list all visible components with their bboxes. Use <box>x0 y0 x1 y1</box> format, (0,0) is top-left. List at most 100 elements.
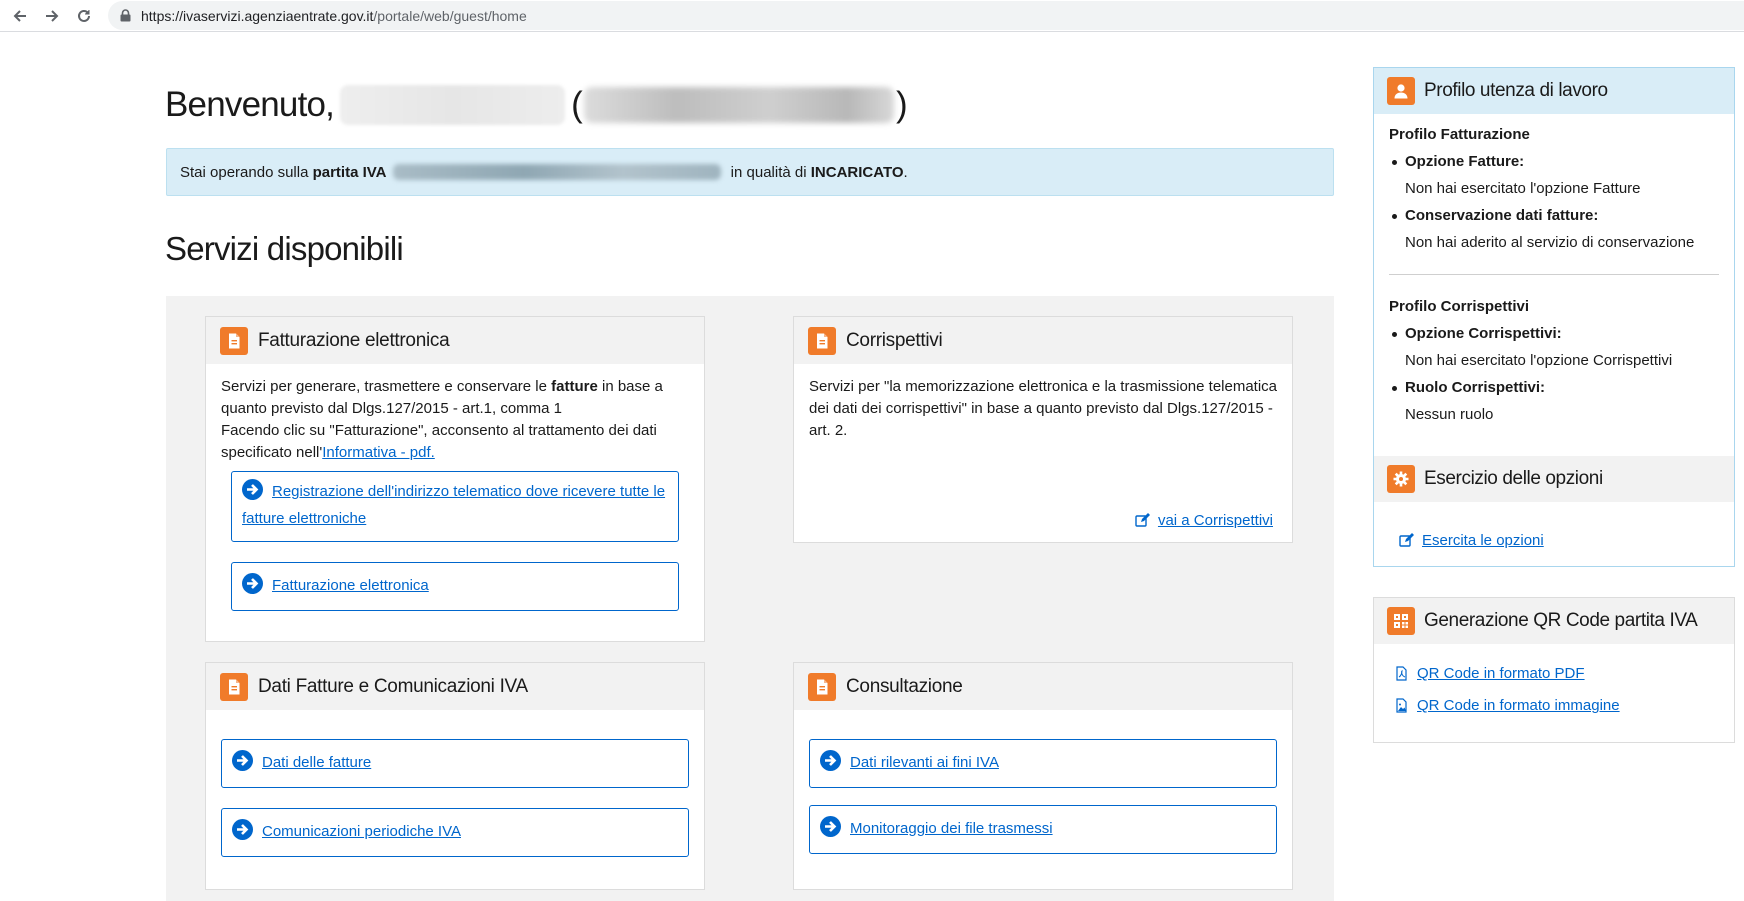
page-title: Benvenuto, ( ) <box>165 80 908 130</box>
button-label: Monitoraggio dei file trasmessi <box>850 820 1053 837</box>
desc-text: Servizi per "la memorizzazione elettroni… <box>809 378 1278 439</box>
info-prefix: Stai operando sulla <box>180 163 313 181</box>
comunicazioni-periodiche-button[interactable]: Comunicazioni periodiche IVA <box>221 808 689 857</box>
desc-bold: fatture <box>551 378 598 395</box>
registrazione-indirizzo-button[interactable]: Registrazione dell'indirizzo telematico … <box>231 471 679 542</box>
panel-header: Profilo utenza di lavoro <box>1374 68 1734 114</box>
card-header: Corrispettivi <box>794 317 1292 364</box>
monitoraggio-file-button[interactable]: Monitoraggio dei file trasmessi <box>809 805 1277 854</box>
document-icon <box>808 326 836 355</box>
esercita-opzioni-link[interactable]: Esercita le opzioni <box>1399 532 1544 549</box>
profilo-corrispettivi-title: Profilo Corrispettivi <box>1389 298 1530 315</box>
card-title: Fatturazione elettronica <box>258 329 450 351</box>
arrow-circle-right-icon <box>820 816 841 837</box>
info-role: INCARICATO <box>810 163 904 181</box>
button-label: Comunicazioni periodiche IVA <box>262 823 461 840</box>
vai-a-corrispettivi-link[interactable]: vai a Corrispettivi <box>1135 512 1273 529</box>
edit-icon <box>1135 513 1150 527</box>
forward-arrow-icon[interactable] <box>38 3 66 29</box>
services-heading: Servizi disponibili <box>165 230 404 267</box>
redacted-fiscal-code <box>583 87 894 123</box>
redacted-user-name <box>340 85 566 125</box>
reload-icon[interactable] <box>70 3 98 29</box>
esercizio-header: Esercizio delle opzioni <box>1374 456 1734 502</box>
card-title: Consultazione <box>846 675 963 697</box>
desc-text: Servizi per generare, trasmettere e cons… <box>221 378 552 395</box>
card-fatturazione: Fatturazione elettronica Servizi per gen… <box>205 316 705 642</box>
address-bar[interactable]: https://ivaservizi.agenziaentrate.gov.it… <box>108 1 1744 30</box>
label-text: Ruolo Corrispettivi: <box>1405 379 1546 396</box>
qr-pdf-link[interactable]: QR Code in formato PDF <box>1394 665 1585 682</box>
link-label: vai a Corrispettivi <box>1157 512 1273 529</box>
panel-title: Profilo utenza di lavoro <box>1424 80 1608 101</box>
link-label: QR Code in formato immagine <box>1417 697 1620 714</box>
arrow-circle-right-icon <box>242 479 263 500</box>
panel-title: Esercizio delle opzioni <box>1424 468 1603 489</box>
card-title: Corrispettivi <box>846 329 943 351</box>
paren-open: ( <box>571 85 583 124</box>
document-icon <box>808 672 836 701</box>
card-description: Servizi per "la memorizzazione elettroni… <box>794 364 1292 442</box>
edit-icon <box>1399 533 1414 547</box>
user-icon <box>1387 77 1415 105</box>
lock-icon <box>120 9 131 22</box>
paren-close: ) <box>895 85 908 124</box>
ruolo-corrispettivi-value: Nessun ruolo <box>1405 406 1494 423</box>
info-partita-iva-label: partita IVA <box>312 163 387 181</box>
profile-panel: Profilo utenza di lavoro Profilo Fattura… <box>1373 67 1735 567</box>
card-corrispettivi: Corrispettivi Servizi per "la memorizzaz… <box>793 316 1293 543</box>
divider <box>1389 274 1719 275</box>
card-dati-fatture: Dati Fatture e Comunicazioni IVA Dati de… <box>205 662 705 890</box>
panel-title: Generazione QR Code partita IVA <box>1424 610 1698 631</box>
conservazione-label: Conservazione dati fatture: <box>1391 207 1599 224</box>
arrow-circle-right-icon <box>232 750 253 771</box>
qr-panel: Generazione QR Code partita IVA QR Code … <box>1373 597 1735 743</box>
conservazione-value: Non hai aderito al servizio di conservaz… <box>1405 234 1695 251</box>
url-host: https://ivaservizi.agenziaentrate.gov.it <box>141 7 374 24</box>
dati-delle-fatture-button[interactable]: Dati delle fatture <box>221 739 689 788</box>
info-middle: in qualità di <box>726 163 811 181</box>
informativa-pdf-link[interactable]: Informativa - pdf. <box>322 444 435 461</box>
qr-image-link[interactable]: QR Code in formato immagine <box>1394 697 1620 714</box>
ruolo-corrispettivi-label: Ruolo Corrispettivi: <box>1391 379 1546 396</box>
qr-code-icon <box>1387 607 1415 635</box>
redacted-partita-iva <box>392 164 721 180</box>
gear-icon <box>1387 465 1415 493</box>
info-suffix: . <box>903 163 908 181</box>
card-title: Dati Fatture e Comunicazioni IVA <box>258 675 528 697</box>
arrow-circle-right-icon <box>820 750 841 771</box>
back-arrow-icon[interactable] <box>6 3 34 29</box>
url-path: /portale/web/guest/home <box>373 7 527 24</box>
card-header: Fatturazione elettronica <box>206 317 704 364</box>
panel-header: Generazione QR Code partita IVA <box>1374 598 1734 644</box>
link-label: Esercita le opzioni <box>1422 532 1544 549</box>
card-header: Dati Fatture e Comunicazioni IVA <box>206 663 704 710</box>
opzione-fatture-value: Non hai esercitato l'opzione Fatture <box>1405 180 1641 197</box>
welcome-text: Benvenuto, <box>165 85 335 124</box>
label-text: Conservazione dati fatture: <box>1405 207 1599 224</box>
document-icon <box>220 672 248 701</box>
button-label: Fatturazione elettronica <box>272 577 429 594</box>
arrow-circle-right-icon <box>242 573 263 594</box>
desc-text: Facendo clic su "Fatturazione", acconsen… <box>221 422 657 461</box>
dati-rilevanti-iva-button[interactable]: Dati rilevanti ai fini IVA <box>809 739 1277 788</box>
opzione-fatture-label: Opzione Fatture: <box>1391 153 1525 170</box>
card-header: Consultazione <box>794 663 1292 710</box>
opzione-corrispettivi-label: Opzione Corrispettivi: <box>1392 325 1562 342</box>
document-icon <box>220 326 248 355</box>
pdf-file-icon <box>1396 666 1407 681</box>
link-label: QR Code in formato PDF <box>1417 665 1585 682</box>
label-text: Opzione Corrispettivi: <box>1405 325 1562 342</box>
info-alert: Stai operando sulla partita IVA in quali… <box>166 148 1334 196</box>
card-description: Servizi per generare, trasmettere e cons… <box>206 364 704 464</box>
profilo-fatturazione-title: Profilo Fatturazione <box>1389 126 1530 143</box>
opzione-corrispettivi-value: Non hai esercitato l'opzione Corrispetti… <box>1405 352 1673 369</box>
card-consultazione: Consultazione Dati rilevanti ai fini IVA… <box>793 662 1293 890</box>
browser-toolbar: https://ivaservizi.agenziaentrate.gov.it… <box>0 0 1744 32</box>
button-label: Registrazione dell'indirizzo telematico … <box>242 483 666 527</box>
button-label: Dati delle fatture <box>262 754 372 771</box>
label-text: Opzione Fatture: <box>1405 153 1525 170</box>
arrow-circle-right-icon <box>232 819 253 840</box>
fatturazione-elettronica-button[interactable]: Fatturazione elettronica <box>231 562 679 611</box>
button-label: Dati rilevanti ai fini IVA <box>850 754 999 771</box>
